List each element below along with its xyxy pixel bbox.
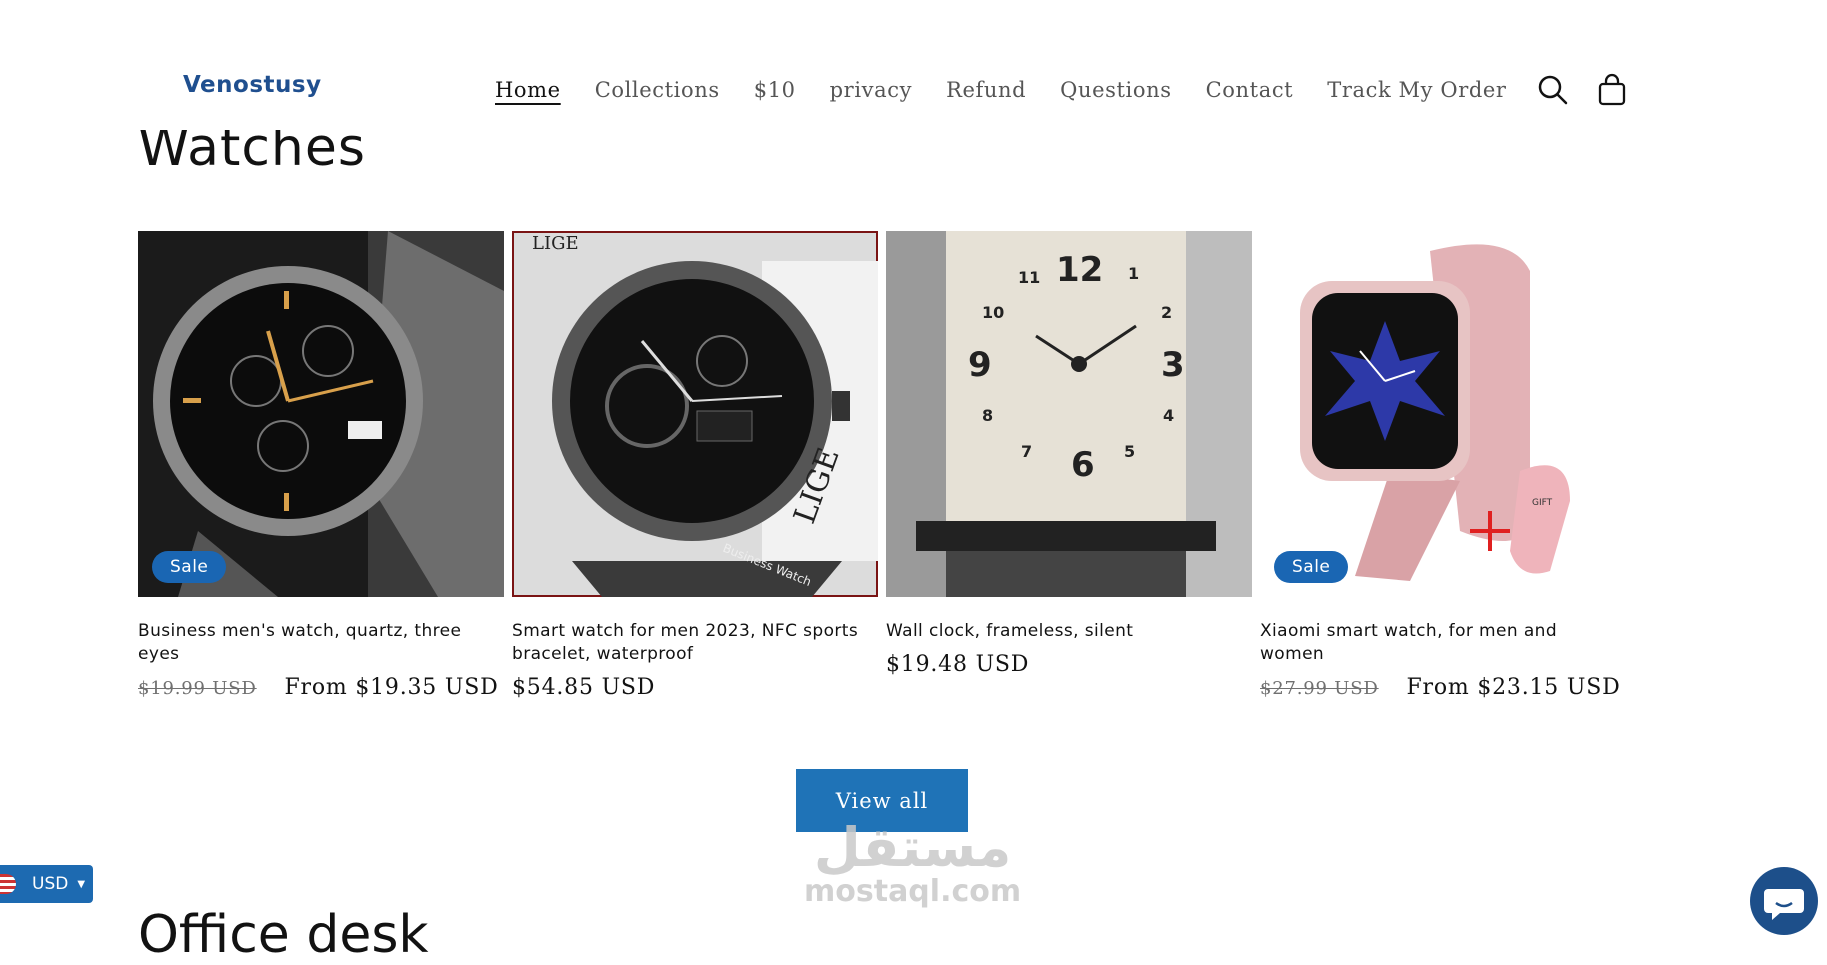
nav-home[interactable]: Home <box>495 78 561 102</box>
watermark-arabic: مستقل <box>813 816 1012 879</box>
svg-text:3: 3 <box>1161 345 1185 385</box>
product-card[interactable]: LIGE LIGE Business Watch Smart watch for… <box>512 231 878 700</box>
product-title[interactable]: Smart watch for men 2023, NFC sports bra… <box>512 620 878 666</box>
main-nav: Home Collections $10 privacy Refund Ques… <box>495 78 1541 102</box>
watermark-latin: mostaql.com <box>804 874 1022 909</box>
nav-contact[interactable]: Contact <box>1206 78 1294 102</box>
nav-track-order[interactable]: Track My Order <box>1327 78 1506 102</box>
brand-text: LIGE <box>532 233 579 254</box>
cart-icon[interactable] <box>1594 72 1630 108</box>
next-section-title: Office desk <box>138 905 429 965</box>
wall-clock-image: 12 3 6 9 11 1 10 2 8 4 7 5 <box>886 231 1252 597</box>
product-price: $54.85 USD <box>512 675 878 700</box>
product-card[interactable]: 12 3 6 9 11 1 10 2 8 4 7 5 Wall clock, f… <box>886 231 1252 677</box>
nav-refund[interactable]: Refund <box>946 78 1026 102</box>
product-image[interactable]: GIFT Sale <box>1260 231 1626 597</box>
product-title[interactable]: Business men's watch, quartz, three eyes <box>138 620 504 666</box>
regular-price: $54.85 USD <box>512 675 656 700</box>
svg-text:11: 11 <box>1018 268 1040 287</box>
product-image[interactable]: LIGE LIGE Business Watch <box>512 231 878 597</box>
regular-price: $19.48 USD <box>886 652 1030 677</box>
svg-text:4: 4 <box>1163 406 1174 425</box>
product-image[interactable]: Sale <box>138 231 504 597</box>
chat-button[interactable] <box>1750 867 1818 935</box>
nav-privacy[interactable]: privacy <box>830 78 912 102</box>
gift-text: GIFT <box>1532 498 1553 508</box>
product-card[interactable]: GIFT Sale Xiaomi smart watch, for men an… <box>1260 231 1626 700</box>
product-price: $27.99 USD From $23.15 USD <box>1260 675 1626 700</box>
pink-smartwatch-image: GIFT <box>1260 231 1626 597</box>
sale-price: From $23.15 USD <box>1406 675 1621 700</box>
svg-text:8: 8 <box>982 406 993 425</box>
logo[interactable]: Venostusy <box>183 72 322 98</box>
svg-text:2: 2 <box>1161 303 1172 322</box>
compare-price: $27.99 USD <box>1260 678 1379 699</box>
site-header: Venostusy Home Collections $10 privacy R… <box>0 0 1827 130</box>
svg-text:1: 1 <box>1128 264 1139 283</box>
product-card[interactable]: Sale Business men's watch, quartz, three… <box>138 231 504 700</box>
sale-badge: Sale <box>152 551 227 583</box>
search-icon[interactable] <box>1535 72 1571 108</box>
sale-price: From $19.35 USD <box>284 675 499 700</box>
smartwatch-image: LIGE LIGE Business Watch <box>512 231 878 597</box>
compare-price: $19.99 USD <box>138 678 257 699</box>
svg-text:7: 7 <box>1021 442 1032 461</box>
product-title[interactable]: Xiaomi smart watch, for men and women <box>1260 620 1626 666</box>
chat-icon <box>1764 889 1804 920</box>
us-flag-icon <box>0 874 16 894</box>
nav-collections[interactable]: Collections <box>595 78 720 102</box>
product-price: $19.99 USD From $19.35 USD <box>138 675 504 700</box>
product-price: $19.48 USD <box>886 652 1252 677</box>
product-image[interactable]: 12 3 6 9 11 1 10 2 8 4 7 5 <box>886 231 1252 597</box>
currency-label: USD <box>32 874 69 894</box>
chevron-down-icon: ▼ <box>77 878 86 890</box>
svg-text:9: 9 <box>968 345 992 385</box>
watermark: مستقل mostaql.com <box>804 820 1021 908</box>
currency-selector[interactable]: USD ▼ <box>0 865 93 903</box>
svg-text:5: 5 <box>1124 442 1135 461</box>
svg-text:12: 12 <box>1056 250 1103 290</box>
svg-text:10: 10 <box>982 303 1004 322</box>
nav-questions[interactable]: Questions <box>1060 78 1171 102</box>
sale-badge: Sale <box>1274 551 1349 583</box>
product-title[interactable]: Wall clock, frameless, silent <box>886 620 1252 643</box>
watch-image <box>138 231 504 597</box>
nav-ten-dollar[interactable]: $10 <box>754 78 796 102</box>
svg-text:6: 6 <box>1071 445 1095 485</box>
